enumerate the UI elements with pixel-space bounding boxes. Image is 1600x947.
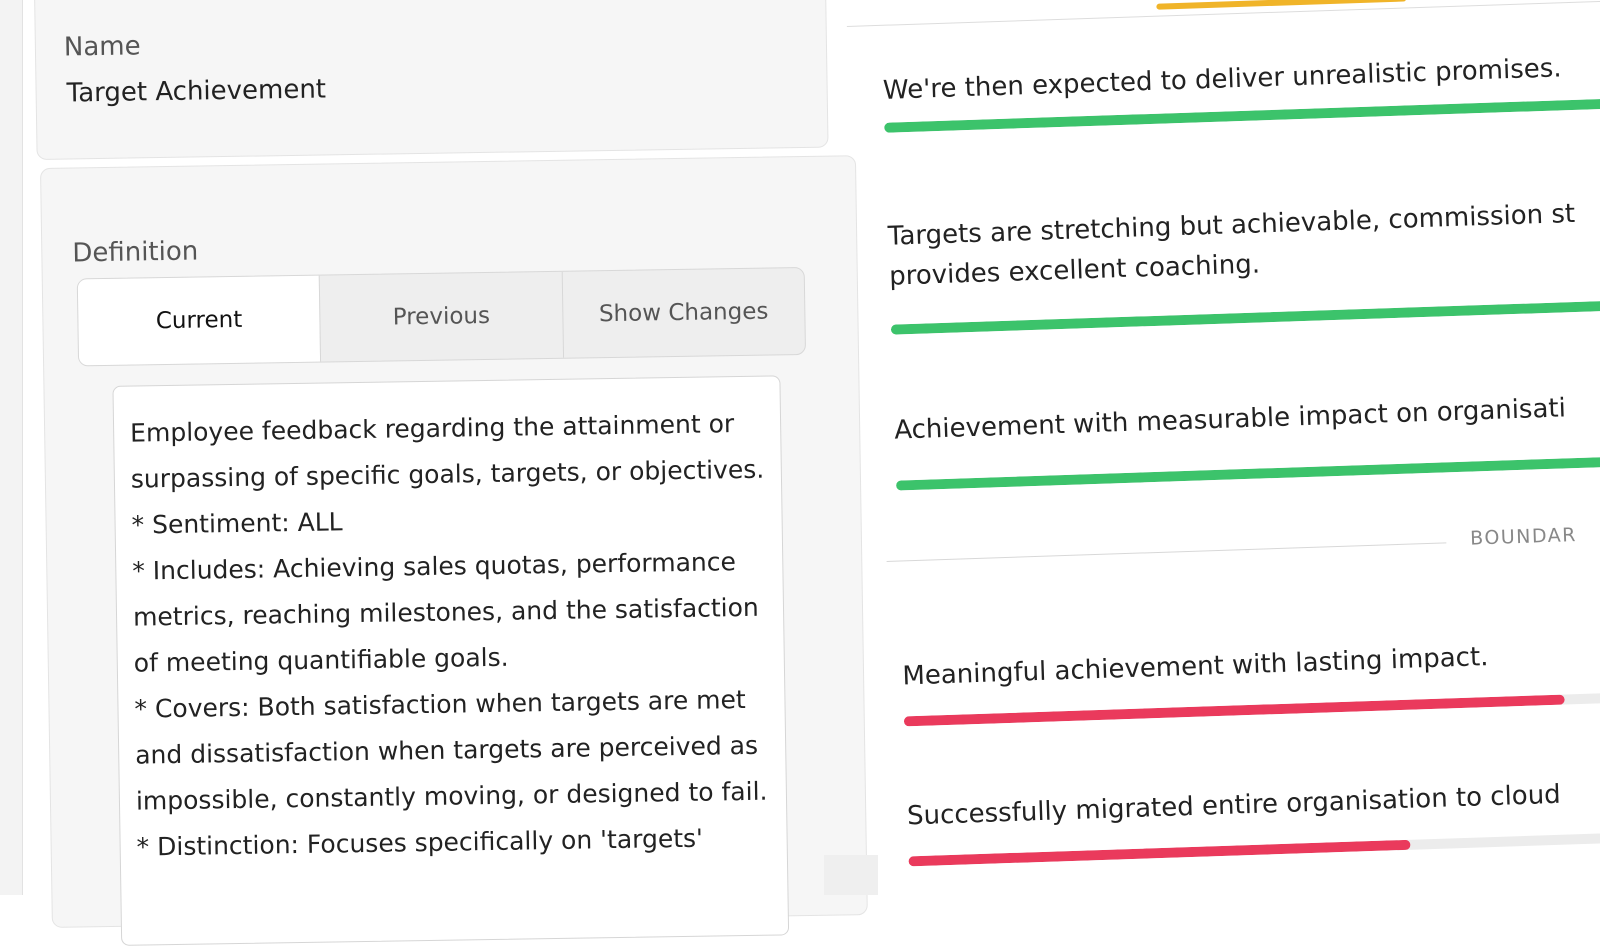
definition-tabs: Current Previous Show Changes <box>76 267 807 367</box>
example-text: We're then expected to deliver unrealist… <box>882 53 1563 106</box>
score-track <box>895 455 1600 491</box>
divider-line <box>886 542 1447 562</box>
boundary-divider: BOUNDAR <box>886 518 1600 573</box>
name-value[interactable]: Target Achievement <box>66 74 326 108</box>
score-bar <box>908 839 1411 867</box>
examples-panel: We're then expected to deliver unrealist… <box>846 0 1600 895</box>
score-bar <box>890 299 1600 335</box>
score-track <box>903 691 1600 727</box>
score-track <box>908 831 1600 867</box>
name-card: Name Target Achievement <box>34 0 829 160</box>
boundary-item: Successfully migrated entire organisatio… <box>906 771 1600 867</box>
example-text: Achievement with measurable impact on or… <box>893 393 1567 446</box>
example-item: We're then expected to deliver unrealist… <box>882 46 1600 133</box>
score-track <box>890 299 1600 335</box>
score-bar <box>903 694 1565 727</box>
definition-textarea[interactable]: Employee feedback regarding the attainme… <box>112 375 790 946</box>
left-sidebar-edge <box>0 0 23 895</box>
scrollbar-corner <box>824 855 878 895</box>
definition-card: Definition Current Previous Show Changes… <box>40 155 868 946</box>
score-bar <box>895 455 1600 491</box>
boundary-item: Meaningful achievement with lasting impa… <box>901 631 1600 727</box>
name-label: Name <box>63 31 141 63</box>
example-item: Targets are stretching but achievable, c… <box>887 192 1600 335</box>
tab-show-changes[interactable]: Show Changes <box>561 268 806 358</box>
definition-label: Definition <box>72 236 199 269</box>
tab-current[interactable]: Current <box>77 275 321 366</box>
example-item: Achievement with measurable impact on or… <box>893 385 1600 491</box>
boundary-text: Successfully migrated entire organisatio… <box>906 779 1562 832</box>
boundary-text: Meaningful achievement with lasting impa… <box>901 642 1489 692</box>
tab-previous[interactable]: Previous <box>319 271 563 362</box>
boundary-label: BOUNDAR <box>1469 524 1578 550</box>
